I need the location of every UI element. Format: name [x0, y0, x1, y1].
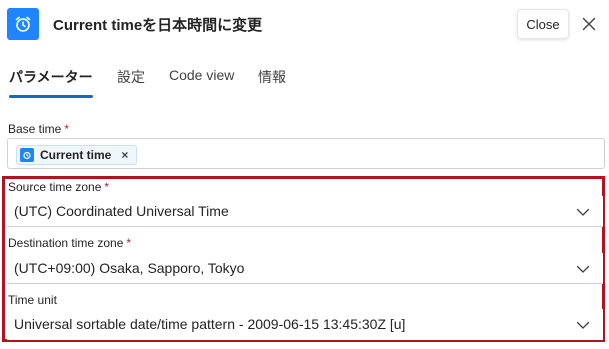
close-button[interactable]: Close: [517, 9, 569, 39]
source-time-zone-value: (UTC) Coordinated Universal Time: [14, 203, 229, 219]
source-time-zone-label: Source time zone *: [8, 180, 110, 194]
required-mark: *: [126, 236, 132, 250]
source-time-zone-select[interactable]: (UTC) Coordinated Universal Time: [7, 196, 603, 227]
tab-bar: パラメーター 設定 Code view 情報: [0, 60, 609, 100]
base-time-input[interactable]: Current time ×: [7, 138, 605, 169]
close-icon[interactable]: [581, 16, 597, 32]
time-unit-select[interactable]: Universal sortable date/time pattern - 2…: [7, 309, 603, 340]
page-title: Current timeを日本時間に変更: [53, 17, 263, 34]
tab-settings[interactable]: 設定: [117, 67, 145, 87]
base-time-label: Base time *: [8, 122, 70, 136]
destination-time-zone-label: Destination time zone *: [8, 236, 132, 250]
alarm-clock-icon: [7, 8, 39, 40]
required-mark: *: [64, 122, 70, 136]
panel-header: Current timeを日本時間に変更 Close: [0, 0, 609, 50]
chevron-down-icon[interactable]: [576, 318, 590, 332]
tab-code-view[interactable]: Code view: [169, 67, 234, 83]
token-remove-icon[interactable]: ×: [121, 148, 128, 162]
tab-parameters[interactable]: パラメーター: [9, 67, 93, 87]
required-mark: *: [104, 180, 110, 194]
chevron-down-icon[interactable]: [576, 262, 590, 276]
destination-time-zone-value: (UTC+09:00) Osaka, Sapporo, Tokyo: [14, 260, 245, 276]
active-tab-indicator: [9, 95, 93, 98]
time-unit-label: Time unit: [8, 293, 57, 307]
token-label: Current time: [40, 148, 112, 162]
chevron-down-icon[interactable]: [576, 205, 590, 219]
tab-info[interactable]: 情報: [258, 67, 286, 87]
destination-time-zone-select[interactable]: (UTC+09:00) Osaka, Sapporo, Tokyo: [7, 253, 603, 284]
current-time-token[interactable]: Current time ×: [16, 145, 138, 165]
alarm-clock-icon: [20, 148, 34, 162]
parameters-panel: Current timeを日本時間に変更 Close パラメーター 設定 Cod…: [0, 0, 609, 349]
time-unit-value: Universal sortable date/time pattern - 2…: [14, 316, 406, 332]
